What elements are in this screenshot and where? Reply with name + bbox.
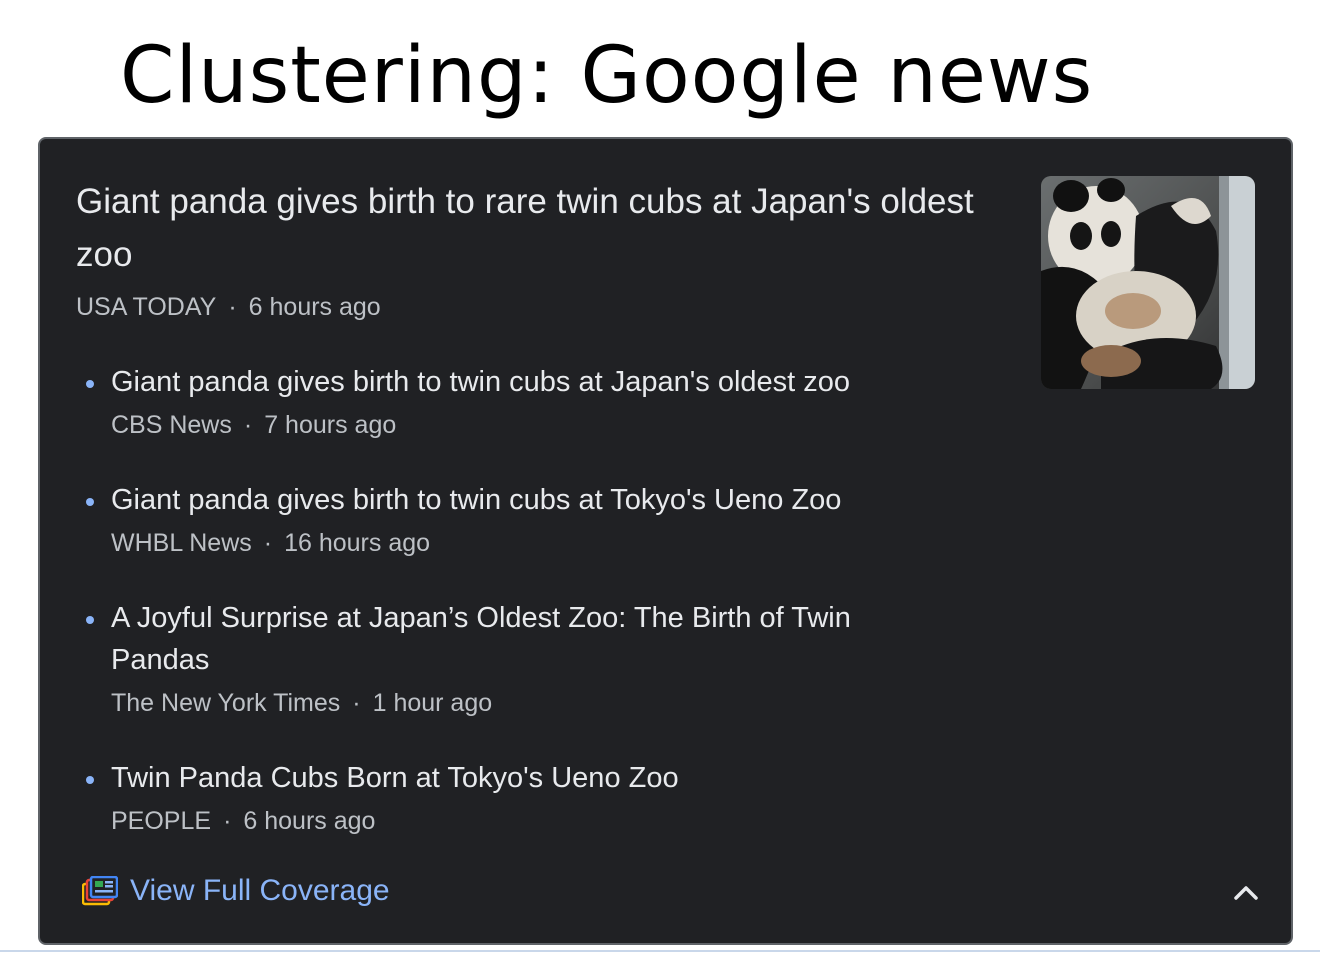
meta-separator: ·	[243, 411, 253, 439]
related-story: Giant panda gives birth to twin cubs at …	[76, 361, 936, 443]
slide: Clustering: Google news Giant panda give…	[0, 0, 1320, 954]
related-story-time: 6 hours ago	[243, 807, 376, 835]
lead-story-meta: USA TODAY · 6 hours ago	[76, 293, 381, 322]
meta-separator: ·	[223, 807, 232, 835]
bullet-icon	[86, 498, 94, 506]
related-story-source: WHBL News	[111, 529, 252, 557]
related-story-meta: The New York Times · 1 hour ago	[111, 685, 936, 721]
lead-story-time: 6 hours ago	[248, 293, 381, 321]
news-cluster-card: Giant panda gives birth to rare twin cub…	[38, 137, 1293, 945]
related-story-source: The New York Times	[111, 689, 341, 717]
bullet-icon	[86, 776, 94, 784]
full-coverage-icon	[82, 876, 118, 906]
meta-separator: ·	[263, 529, 273, 557]
view-full-coverage-label: View Full Coverage	[130, 874, 390, 907]
related-story: A Joyful Surprise at Japan’s Oldest Zoo:…	[76, 597, 936, 721]
related-story-source: PEOPLE	[111, 807, 212, 835]
panda-image	[1041, 176, 1255, 389]
related-story: Giant panda gives birth to twin cubs at …	[76, 479, 936, 561]
chevron-up-icon	[1234, 886, 1258, 900]
view-full-coverage-link[interactable]: View Full Coverage	[82, 871, 390, 911]
meta-separator: ·	[352, 689, 361, 717]
related-story-source: CBS News	[111, 411, 232, 439]
slide-title: Clustering: Google news	[120, 31, 1094, 121]
related-story-title[interactable]: Giant panda gives birth to twin cubs at …	[111, 361, 936, 403]
related-story-title[interactable]: Giant panda gives birth to twin cubs at …	[111, 479, 936, 521]
collapse-button[interactable]	[1228, 875, 1264, 911]
lead-story-title[interactable]: Giant panda gives birth to rare twin cub…	[76, 175, 1006, 281]
bullet-icon	[86, 616, 94, 624]
related-story-meta: PEOPLE · 6 hours ago	[111, 803, 936, 839]
lead-story-source: USA TODAY	[76, 293, 217, 321]
related-story-meta: WHBL News · 16 hours ago	[111, 525, 936, 561]
related-story-meta: CBS News · 7 hours ago	[111, 407, 936, 443]
related-story-time: 1 hour ago	[372, 689, 493, 717]
meta-separator: ·	[228, 293, 237, 321]
related-story-time: 7 hours ago	[264, 411, 397, 439]
related-story-title[interactable]: Twin Panda Cubs Born at Tokyo's Ueno Zoo	[111, 757, 936, 799]
related-story: Twin Panda Cubs Born at Tokyo's Ueno Zoo…	[76, 757, 936, 839]
slide-divider	[0, 950, 1320, 952]
related-story-time: 16 hours ago	[284, 529, 431, 557]
related-story-title[interactable]: A Joyful Surprise at Japan’s Oldest Zoo:…	[111, 597, 936, 681]
bullet-icon	[86, 380, 94, 388]
lead-story-thumbnail[interactable]	[1041, 176, 1255, 389]
